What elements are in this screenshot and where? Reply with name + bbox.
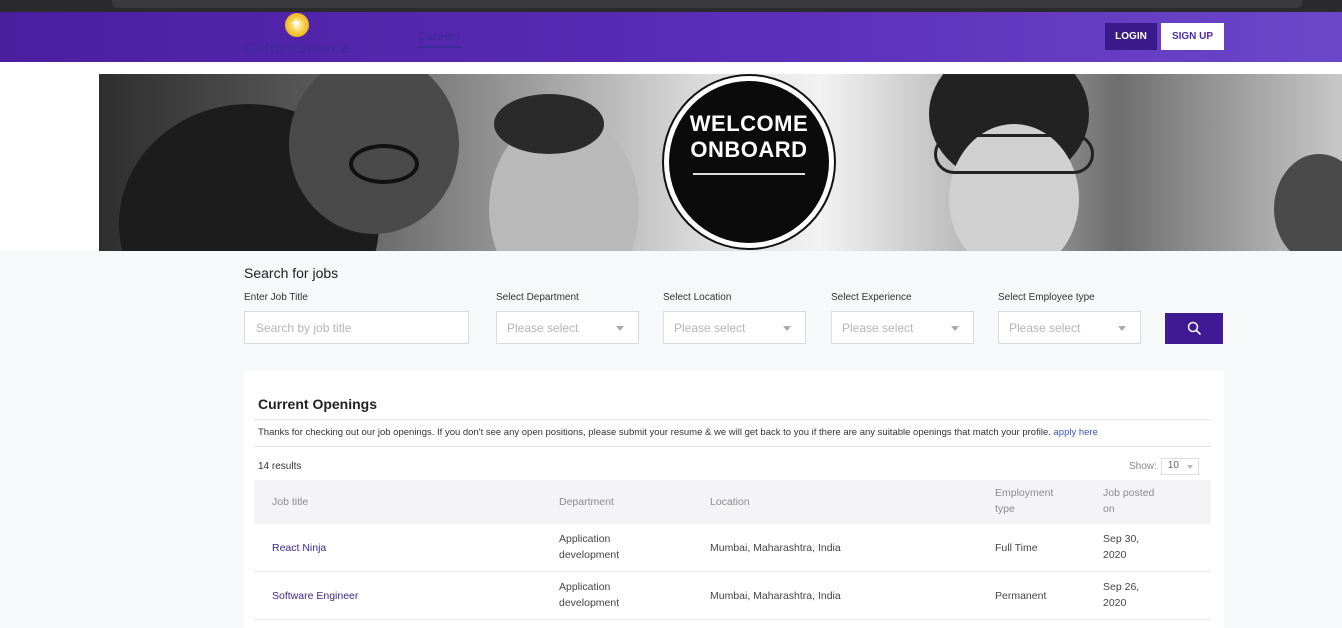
page-size-control: Show: 10: [1129, 458, 1199, 475]
posted-on-cell: Sep 26, 2020: [1103, 579, 1139, 611]
location-cell: Mumbai, Maharashtra, India: [710, 590, 841, 602]
welcome-badge: WELCOME ONBOARD: [664, 76, 834, 248]
openings-message-text: Thanks for checking out our job openings…: [258, 427, 1051, 438]
column-job-title: Job title: [272, 496, 309, 508]
column-employment-type-line1: Employment: [995, 487, 1054, 499]
hero-glasses-shape: [349, 144, 419, 184]
experience-select-value: Please select: [842, 320, 914, 335]
chevron-down-icon: [1118, 326, 1126, 331]
posted-line1: Sep 26,: [1103, 581, 1140, 593]
hero-hand-shape: [1274, 154, 1342, 251]
search-title: Search for jobs: [244, 265, 339, 281]
hero-hair-shape: [494, 94, 604, 154]
department-line1: Application: [559, 533, 611, 545]
chevron-down-icon: [616, 326, 624, 331]
chevron-down-icon: [783, 326, 791, 331]
department-select[interactable]: Please select: [496, 311, 639, 344]
job-title-label: Enter Job Title: [244, 292, 308, 303]
login-button[interactable]: LOGIN: [1105, 23, 1157, 50]
current-openings-card: Current Openings Thanks for checking out…: [244, 371, 1224, 628]
show-label: Show:: [1129, 461, 1157, 472]
nav-careers-link[interactable]: Careers: [418, 29, 461, 48]
hero-glasses-shape: [934, 134, 1094, 174]
job-title-link[interactable]: Software Engineer: [272, 588, 358, 604]
search-button[interactable]: [1165, 313, 1223, 344]
results-count: 14 results: [258, 461, 302, 472]
column-posted-on: Job posted on: [1103, 485, 1154, 517]
location-cell: Mumbai, Maharashtra, India: [710, 542, 841, 554]
posted-line2: 2020: [1103, 549, 1127, 561]
department-line2: development: [559, 549, 620, 561]
page-size-select[interactable]: 10: [1160, 458, 1199, 475]
job-title-input[interactable]: [244, 311, 469, 344]
department-label: Select Department: [496, 292, 579, 303]
employee-type-label: Select Employee type: [998, 292, 1095, 303]
posted-on-cell: Sep 30, 2020: [1103, 531, 1139, 563]
column-posted-line2: on: [1103, 503, 1115, 515]
apply-here-link[interactable]: apply here: [1054, 427, 1098, 438]
department-line2: development: [559, 597, 620, 609]
logo-wordmark: GoldenSource: [244, 40, 349, 57]
experience-select[interactable]: Please select: [831, 311, 974, 344]
column-employment-type-line2: type: [995, 503, 1015, 515]
job-title-link[interactable]: React Ninja: [272, 540, 326, 556]
employee-type-select-value: Please select: [1009, 320, 1081, 335]
divider: [254, 446, 1211, 447]
table-header: Job title Department Location Employment…: [254, 480, 1211, 524]
posted-line1: Sep 30,: [1103, 533, 1140, 545]
employment-type-cell: Full Time: [995, 542, 1038, 554]
badge-rule: [693, 173, 805, 175]
sun-logo-icon: [285, 13, 309, 37]
location-select-value: Please select: [674, 320, 746, 335]
column-department: Department: [559, 496, 614, 508]
experience-label: Select Experience: [831, 292, 912, 303]
location-select[interactable]: Please select: [663, 311, 806, 344]
location-label: Select Location: [663, 292, 732, 303]
posted-line2: 2020: [1103, 597, 1127, 609]
badge-line-2: ONBOARD: [690, 137, 808, 162]
employment-type-cell: Permanent: [995, 590, 1047, 602]
table-row[interactable]: Software Engineer Application developmen…: [254, 572, 1211, 620]
signup-button[interactable]: SIGN UP: [1161, 23, 1224, 50]
header-spacer: [0, 62, 1342, 74]
site-header: GoldenSource Careers LOGIN SIGN UP: [0, 12, 1342, 62]
openings-title: Current Openings: [258, 396, 378, 412]
column-employment-type: Employment type: [995, 485, 1053, 517]
employee-type-select[interactable]: Please select: [998, 311, 1141, 344]
browser-chrome-strip: [0, 0, 1342, 12]
chevron-down-icon: [951, 326, 959, 331]
column-location: Location: [710, 496, 750, 508]
address-bar-edge: [112, 0, 1302, 8]
department-select-value: Please select: [507, 320, 579, 335]
openings-message: Thanks for checking out our job openings…: [258, 427, 1098, 438]
department-line1: Application: [559, 581, 611, 593]
department-cell: Application development: [559, 579, 619, 611]
divider: [254, 419, 1211, 420]
table-row[interactable]: React Ninja Application development Mumb…: [254, 524, 1211, 572]
hero-banner: WELCOME ONBOARD: [99, 74, 1342, 251]
left-margin: [0, 62, 99, 251]
badge-line-1: WELCOME: [689, 111, 809, 136]
logo[interactable]: GoldenSource: [244, 12, 364, 62]
search-icon: [1187, 321, 1201, 335]
column-posted-line1: Job posted: [1103, 487, 1155, 499]
department-cell: Application development: [559, 531, 619, 563]
